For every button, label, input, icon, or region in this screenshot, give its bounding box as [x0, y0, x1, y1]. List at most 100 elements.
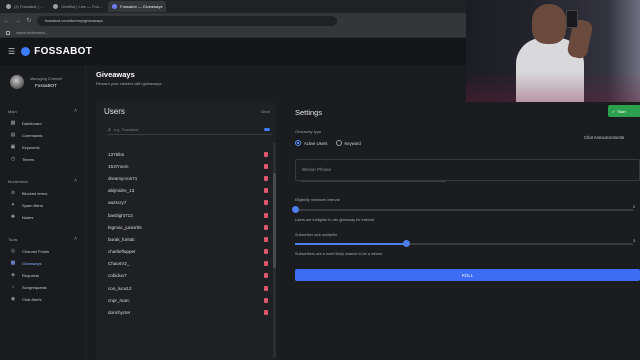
sidebar-item-giveaways[interactable]: ▩ Giveaways — [0, 257, 85, 269]
back-icon[interactable]: ← — [4, 18, 10, 24]
menu-icon[interactable]: ☰ — [8, 47, 15, 56]
chevron-up-icon: ˄ — [74, 236, 77, 242]
profile-role: Managing Channel — [30, 76, 62, 81]
background-glow — [466, 72, 640, 102]
list-item[interactable]: 1537mom — [108, 160, 268, 172]
trash-icon[interactable] — [264, 249, 268, 255]
logo-text: FOSSABOT — [34, 46, 93, 57]
radio-active-users[interactable]: Active Users — [295, 140, 328, 146]
sidebar-item-songrequests[interactable]: ♪ Songrequests — [0, 281, 85, 293]
user-list-scrollbar[interactable] — [273, 143, 276, 358]
list-item[interactable]: ChaosV2_ — [108, 258, 268, 270]
dashboard-icon: ▦ — [10, 120, 16, 126]
users-panel: Users Clear ⌕ e.g. Fossabot 1376lbs 1537… — [96, 103, 276, 360]
scroll-thumb[interactable] — [273, 173, 276, 268]
channel-profile[interactable]: Managing Channel FossaBOT — [0, 65, 85, 101]
trash-icon[interactable] — [264, 273, 268, 279]
avatar — [10, 75, 24, 89]
forward-icon[interactable]: → — [15, 18, 21, 24]
sidebar-item-spam-filters[interactable]: ✦ Spam filters — [0, 199, 85, 211]
points-icon: ◎ — [10, 248, 16, 254]
slider-knob[interactable] — [403, 240, 411, 247]
trash-icon[interactable] — [264, 200, 268, 206]
luck-slider[interactable] — [295, 240, 633, 247]
chat-announcements-label[interactable]: Chat Announcements — [584, 135, 624, 140]
reload-icon[interactable]: ↻ — [26, 17, 32, 24]
bookmark-item[interactable]: Import bookmarks... — [16, 31, 48, 35]
sidebar-item-blocked-terms[interactable]: ⊘ Blocked terms — [0, 187, 85, 199]
nuke-icon: ✺ — [10, 214, 16, 220]
check-icon: ✓ — [612, 108, 616, 114]
sidebar-item-requests[interactable]: ◈ Requests — [0, 269, 85, 281]
clear-users-button[interactable]: Clear — [260, 109, 270, 114]
sidebar-section-moderation[interactable]: Moderation ˄ — [0, 175, 85, 187]
radio-unchecked-icon — [335, 140, 342, 146]
commands-icon: ▤ — [10, 132, 16, 138]
trash-icon[interactable] — [264, 285, 268, 291]
music-icon: ♪ — [11, 284, 15, 290]
winner-phrase-input[interactable]: Winner Phrase — [295, 159, 640, 181]
logo[interactable]: FOSSABOT — [21, 46, 92, 57]
chevron-up-icon: ˄ — [74, 178, 77, 184]
trash-icon[interactable] — [264, 261, 268, 267]
trash-icon[interactable] — [264, 212, 268, 218]
tab-label: Fossabot — Giveaways — [120, 4, 163, 9]
sidebar-item-chat-alerts[interactable]: ◉ Chat Alerts — [0, 293, 85, 305]
list-item[interactable]: 1376lbs — [108, 148, 268, 160]
sidebar: Managing Channel FossaBOT Main ˄ ▦ Dashboa… — [0, 65, 86, 360]
trash-icon[interactable] — [264, 163, 268, 169]
list-item[interactable]: cobiduo7 — [108, 270, 268, 282]
trash-icon[interactable] — [264, 297, 268, 303]
users-title: Users — [104, 107, 125, 116]
streamer-head — [532, 4, 566, 44]
filter-toggle-icon[interactable] — [264, 128, 270, 131]
sidebar-section-main[interactable]: Main ˄ — [0, 105, 85, 117]
sidebar-item-commands[interactable]: ▤ Commands — [0, 129, 85, 141]
search-icon: ⌕ — [108, 126, 111, 133]
trash-icon[interactable] — [264, 151, 268, 157]
apps-icon[interactable] — [6, 30, 10, 35]
profile-name: FossaBOT — [34, 82, 57, 88]
interval-slider[interactable] — [291, 206, 633, 213]
sidebar-item-keywords[interactable]: ▣ Keywords — [0, 141, 85, 153]
trash-icon[interactable] — [264, 310, 268, 316]
main-content: Giveaways Reward your viewers with givea… — [86, 65, 640, 360]
giveaway-type-radios: Active Users Keyword — [295, 140, 361, 146]
list-item[interactable]: dreamycron71 — [108, 172, 268, 184]
start-giveaway-button[interactable]: ✓ Start — [608, 105, 640, 117]
list-item[interactable]: coo_luca12 — [108, 282, 268, 294]
webcam-overlay — [466, 0, 640, 102]
list-item[interactable]: dorichycter — [108, 306, 268, 318]
sidebar-item-nukes[interactable]: ✺ Nukes — [0, 211, 85, 223]
interval-slider-max: 0 — [633, 204, 636, 209]
roll-button[interactable]: ROLL — [295, 269, 640, 281]
sidebar-item-channel-points[interactable]: ◎ Channel Points — [0, 245, 85, 257]
trash-icon[interactable] — [264, 224, 268, 230]
list-item[interactable]: bigmac_juniorb5 — [108, 221, 268, 233]
tab-favicon-icon — [53, 4, 59, 9]
block-icon: ⊘ — [10, 190, 16, 196]
luck-slider-help: Subscribers are a more likely chance to … — [295, 252, 384, 256]
list-item[interactable]: burak_furitati — [108, 233, 268, 245]
user-search-field[interactable]: ⌕ e.g. Fossabot — [108, 125, 272, 135]
slider-knob[interactable] — [291, 206, 299, 213]
list-item[interactable]: charlieflopper — [108, 246, 268, 258]
url-field[interactable]: fossabot.com/dummy/giveaways — [37, 15, 337, 26]
radio-keyword[interactable]: Keyword — [335, 140, 361, 146]
trash-icon[interactable] — [264, 236, 268, 242]
settings-title: Settings — [295, 108, 323, 117]
list-item[interactable]: abijmidre_13 — [108, 185, 268, 197]
sidebar-section-tools[interactable]: Tools ˄ — [0, 233, 85, 245]
browser-tab-1[interactable]: (2) Fossabot | ... — [2, 1, 47, 12]
list-item[interactable]: bastlight712 — [108, 209, 268, 221]
list-item[interactable]: aazscry7 — [108, 197, 268, 209]
keywords-icon: ▣ — [10, 144, 16, 150]
browser-tab-3[interactable]: Fossabot — Giveaways — [108, 1, 167, 12]
sidebar-item-dashboard[interactable]: ▦ Dashboard — [0, 117, 85, 129]
list-item[interactable]: cnpr_marc — [108, 294, 268, 306]
trash-icon[interactable] — [264, 175, 268, 181]
browser-tab-2[interactable]: GiveBot | Live — Fos... — [49, 1, 106, 12]
luck-slider-max: 3 — [633, 238, 636, 243]
trash-icon[interactable] — [264, 188, 268, 194]
sidebar-item-timers[interactable]: ◷ Timers — [0, 153, 85, 165]
